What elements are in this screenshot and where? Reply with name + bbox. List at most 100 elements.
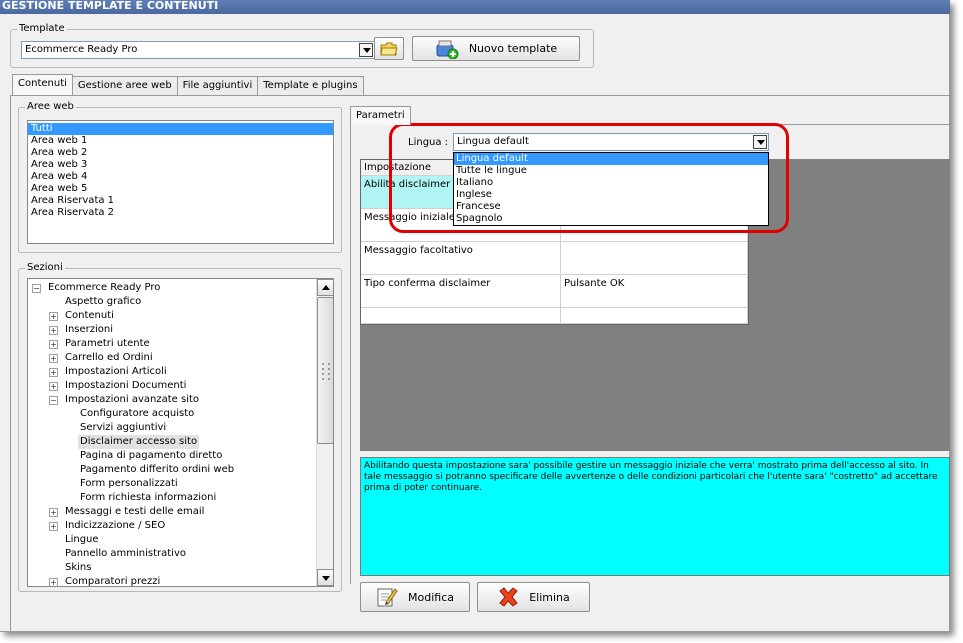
- grid-row-value[interactable]: [561, 308, 748, 324]
- scroll-up-icon[interactable]: [317, 279, 333, 296]
- tree-item[interactable]: + Comparatori prezzi: [28, 575, 316, 586]
- list-item[interactable]: Tutti: [28, 123, 333, 135]
- main-tabs: Contenuti Gestione aree web File aggiunt…: [12, 74, 364, 95]
- tree-item[interactable]: Pagamento differito ordini web: [28, 463, 316, 477]
- parametri-tabs: Parametri: [350, 106, 411, 125]
- tree-item-label: Form personalizzati: [80, 478, 178, 489]
- tree-item[interactable]: Disclaimer accesso sito: [28, 435, 316, 449]
- grid-row-name[interactable]: [361, 308, 561, 324]
- tree-item-label: Pagamento differito ordini web: [80, 464, 235, 475]
- tree-item-label: Pannello amministrativo: [65, 548, 187, 559]
- collapse-icon[interactable]: −: [49, 396, 58, 405]
- list-item[interactable]: Area web 2: [28, 147, 333, 159]
- expand-icon[interactable]: +: [49, 354, 58, 363]
- collapse-icon[interactable]: −: [32, 284, 41, 293]
- lingua-select-value: Lingua default: [457, 136, 529, 147]
- tree-item-label: Parametri utente: [65, 338, 150, 349]
- template-group: Template Ecommerce Ready Pro Nuovo templ…: [10, 23, 594, 68]
- tree-item-label: Impostazioni Documenti: [65, 380, 187, 391]
- tree-item[interactable]: + Impostazioni Documenti: [28, 379, 316, 393]
- aree-web-list[interactable]: Tutti Area web 1 Area web 2 Area web 3 A…: [27, 120, 334, 244]
- tree-rows: − Ecommerce Ready Pro Aspetto grafico + Co…: [28, 279, 316, 586]
- tree-item[interactable]: + Inserzioni: [28, 323, 316, 337]
- tree-item-label: Pagina di pagamento diretto: [80, 450, 223, 461]
- elimina-button[interactable]: Elimina: [477, 582, 590, 612]
- list-item[interactable]: Area web 1: [28, 135, 333, 147]
- tree-item[interactable]: + Messaggi e testi delle email: [28, 505, 316, 519]
- list-item[interactable]: Area web 5: [28, 183, 333, 195]
- tree-item-label: Messaggi e testi delle email: [65, 506, 205, 517]
- tree-item[interactable]: Skins: [28, 561, 316, 575]
- tree-item[interactable]: Pannello amministrativo: [28, 547, 316, 561]
- open-folder-button[interactable]: [374, 37, 404, 60]
- lingua-select[interactable]: Lingua default: [453, 133, 769, 151]
- tab-file-aggiuntivi[interactable]: File aggiuntivi: [176, 76, 259, 95]
- lingua-dropdown-list[interactable]: Lingua default Tutte le lingue Italiano …: [453, 152, 769, 226]
- tree-item-label: Aspetto grafico: [65, 296, 142, 307]
- tree-item[interactable]: + Indicizzazione / SEO: [28, 519, 316, 533]
- lingua-option[interactable]: Tutte le lingue: [454, 165, 768, 177]
- new-template-label: Nuovo template: [468, 42, 558, 55]
- modifica-button[interactable]: Modifica: [360, 582, 470, 612]
- tree-item[interactable]: Form richiesta informazioni: [28, 491, 316, 505]
- edit-icon: [377, 588, 398, 607]
- lingua-option[interactable]: Francese: [454, 201, 768, 213]
- list-item[interactable]: Area web 3: [28, 159, 333, 171]
- tree-item-label: Skins: [65, 562, 92, 573]
- lingua-option[interactable]: Spagnolo: [454, 213, 768, 225]
- tree-item[interactable]: + Contenuti: [28, 309, 316, 323]
- folder-icon: [380, 42, 398, 55]
- grid-row-value[interactable]: [561, 242, 748, 275]
- expand-icon[interactable]: +: [49, 522, 58, 531]
- scroll-down-icon[interactable]: [317, 569, 333, 586]
- tree-item-label: Configuratore acquisto: [80, 408, 195, 419]
- scroll-thumb[interactable]: [317, 297, 333, 444]
- list-item[interactable]: Area web 4: [28, 171, 333, 183]
- sezioni-tree[interactable]: − Ecommerce Ready Pro Aspetto grafico + Co…: [27, 278, 334, 587]
- list-item[interactable]: Area Riservata 1: [28, 195, 333, 207]
- aree-web-label: Aree web: [25, 101, 76, 113]
- expand-icon[interactable]: +: [49, 578, 58, 586]
- tree-item[interactable]: + Carrello ed Ordini: [28, 351, 316, 365]
- sezioni-scrollbar[interactable]: [316, 279, 333, 586]
- expand-icon[interactable]: +: [49, 340, 58, 349]
- tab-gestione-aree-web[interactable]: Gestione aree web: [71, 76, 178, 95]
- template-select[interactable]: Ecommerce Ready Pro: [21, 41, 375, 59]
- tab-template-e-plugins[interactable]: Template e plugins: [257, 76, 364, 95]
- lingua-option[interactable]: Inglese: [454, 189, 768, 201]
- lingua-option[interactable]: Italiano: [454, 177, 768, 189]
- elimina-label: Elimina: [529, 590, 570, 604]
- expand-icon[interactable]: +: [49, 382, 58, 391]
- tab-contenuti[interactable]: Contenuti: [12, 74, 73, 95]
- tree-item-label: Indicizzazione / SEO: [65, 520, 166, 531]
- aree-web-group: Aree web Tutti Area web 1 Area web 2 Are…: [18, 101, 342, 253]
- chevron-down-icon[interactable]: [753, 135, 767, 149]
- lingua-option[interactable]: Lingua default: [454, 153, 768, 165]
- tree-item[interactable]: + Impostazioni Articoli: [28, 365, 316, 379]
- chevron-down-icon[interactable]: [359, 43, 373, 57]
- expand-icon[interactable]: +: [49, 508, 58, 517]
- tab-parametri[interactable]: Parametri: [350, 106, 411, 125]
- tree-item[interactable]: Lingue: [28, 533, 316, 547]
- tree-item[interactable]: Pagina di pagamento diretto: [28, 449, 316, 463]
- grip-icon: [322, 363, 330, 380]
- tree-item[interactable]: Form personalizzati: [28, 477, 316, 491]
- new-template-button[interactable]: Nuovo template: [412, 36, 580, 61]
- tree-item[interactable]: Configuratore acquisto: [28, 407, 316, 421]
- tree-item[interactable]: + Parametri utente: [28, 337, 316, 351]
- expand-icon[interactable]: +: [49, 326, 58, 335]
- grid-row-value[interactable]: Pulsante OK: [561, 275, 748, 308]
- list-item[interactable]: Area Riservata 2: [28, 207, 333, 219]
- tree-item[interactable]: Servizi aggiuntivi: [28, 421, 316, 435]
- delete-icon: [499, 587, 518, 607]
- tree-item[interactable]: Aspetto grafico: [28, 295, 316, 309]
- tree-item-label: Impostazioni avanzate sito: [65, 394, 200, 405]
- new-template-icon: [436, 40, 459, 59]
- tree-item-label: Contenuti: [65, 310, 114, 321]
- expand-icon[interactable]: +: [49, 312, 58, 321]
- grid-row-name[interactable]: Messaggio facoltativo: [361, 242, 561, 275]
- grid-row-name[interactable]: Tipo conferma disclaimer: [361, 275, 561, 308]
- tree-item[interactable]: − Impostazioni avanzate sito: [28, 393, 316, 407]
- expand-icon[interactable]: +: [49, 368, 58, 377]
- main-window: GESTIONE TEMPLATE E CONTENUTI Template E…: [0, 0, 950, 632]
